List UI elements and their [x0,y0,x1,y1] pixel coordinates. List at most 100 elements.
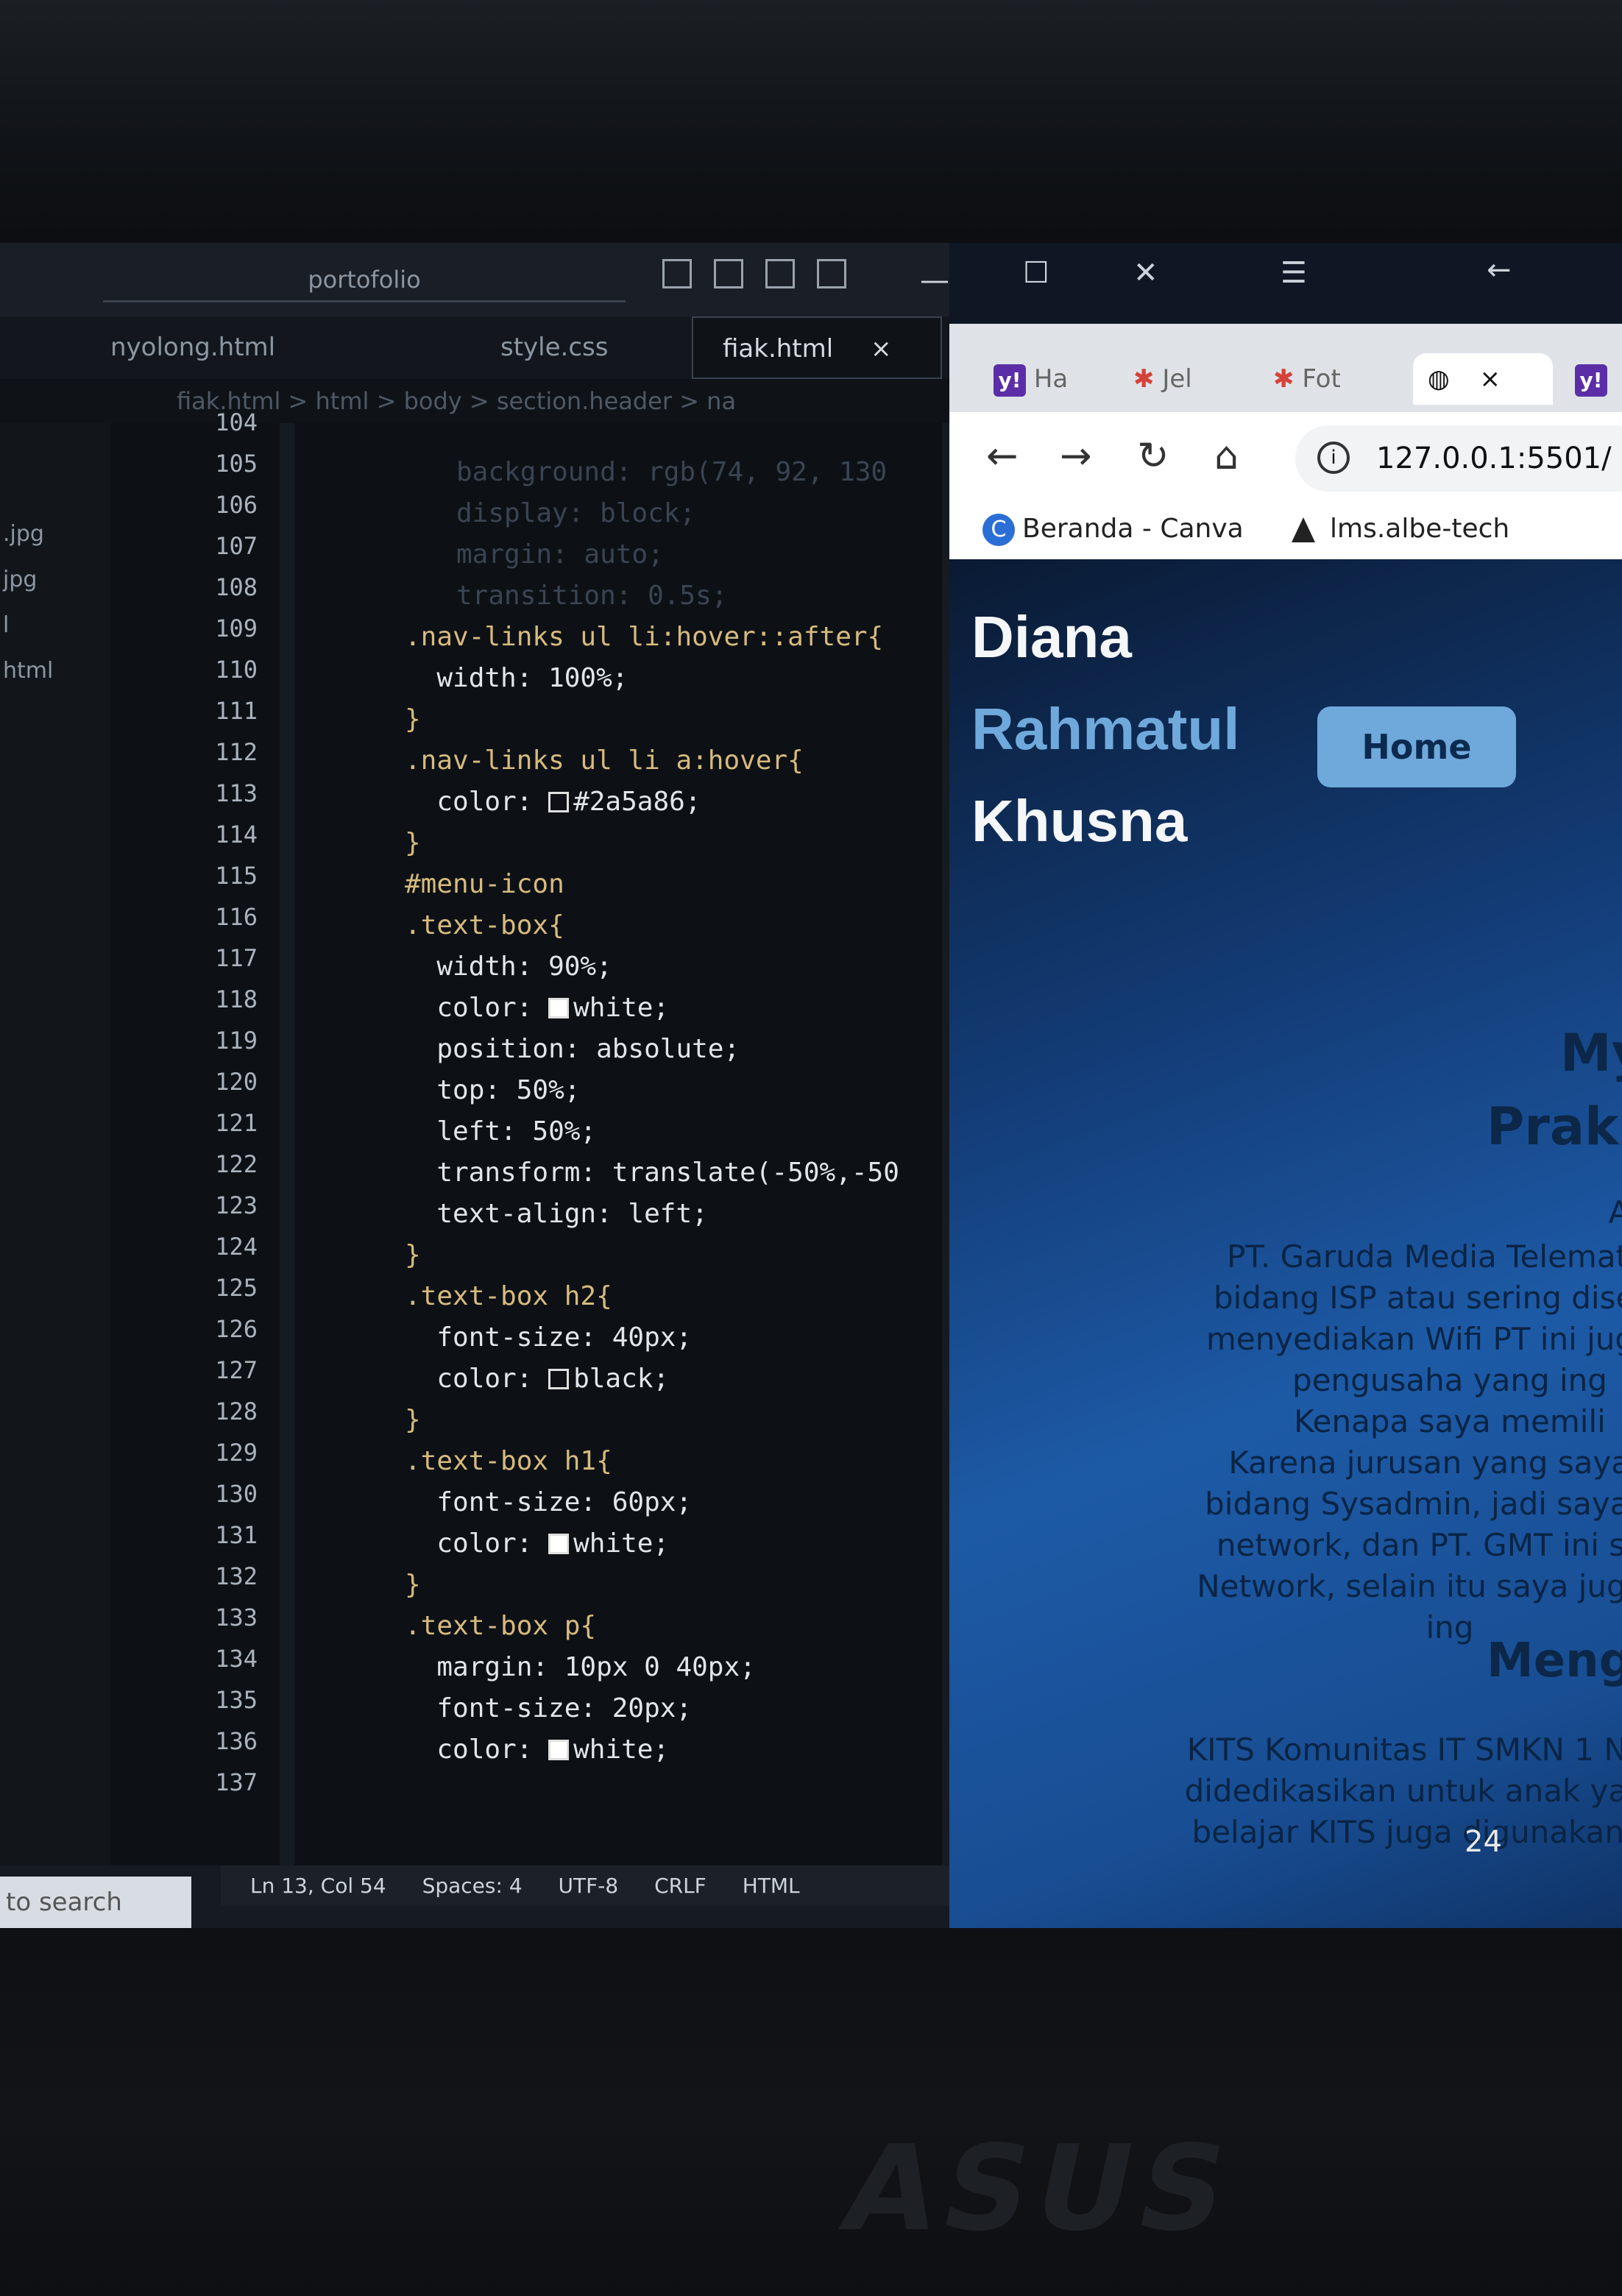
paragraph-line: bidang Sysadmin, jadi saya tert [1205,1486,1622,1522]
browser-tab-active[interactable]: ◍ × [1413,353,1553,405]
line-number-gutter: 104 105 106 107 108 109 110 111 112 113 114 115 116 1… [110,408,280,1866]
browser-tab-strip: y! Ha ✱ Jel ✱ Fot ◍ × y! [949,324,1622,412]
nav-home-link[interactable]: Home [1317,706,1516,787]
back-arrow-icon[interactable]: ← [1487,253,1512,287]
line-number: 109 [215,614,258,642]
code-line: left: 50%; [405,1116,597,1147]
cursor-position[interactable]: Ln 13, Col 54 [250,1874,386,1898]
browser-tab[interactable]: y! [1575,353,1607,405]
tab-fiak-html[interactable]: fiak.html × [692,316,942,379]
forward-icon[interactable]: → [1060,434,1092,478]
canva-icon: C [982,514,1015,546]
name-line-1: Diana [971,604,1132,670]
section-heading: My [1560,1023,1622,1083]
line-number: 129 [215,1439,258,1467]
line-number: 135 [215,1686,258,1714]
line-number: 116 [215,903,258,931]
name-line-2: Rahmatul [971,696,1240,762]
layout-controls [662,259,846,288]
lms-icon [1292,517,1315,542]
close-tab-icon[interactable]: × [871,334,892,364]
code-line: transition: 0.5s; [456,581,728,611]
code-line: #menu-icon [405,869,564,899]
toggle-panel-icon[interactable] [714,259,743,288]
code-line: } [405,1240,421,1270]
encoding-status[interactable]: UTF-8 [559,1874,619,1898]
laptop-bezel-bottom [0,1928,1622,2296]
line-number: 113 [215,779,258,807]
browser-window: y! Ha ✱ Jel ✱ Fot ◍ × y! ← → ↻ ⌂ i 127.0… [949,324,1622,1928]
customize-layout-icon[interactable] [817,259,846,288]
browser-tab[interactable]: ✱ Fot [1273,353,1341,405]
color-swatch-icon[interactable] [548,792,570,812]
tab-nyolong-html[interactable]: nyolong.html [110,316,316,379]
section-heading: Prak [1487,1096,1619,1157]
browser-tab[interactable]: ✱ Jel [1133,353,1192,405]
line-number: 127 [215,1356,258,1384]
line-number: 105 [215,450,258,478]
line-number: 128 [215,1397,258,1425]
code-line: font-size: 20px; [405,1693,693,1723]
code-line: color: white; [405,1735,670,1765]
line-number: 137 [215,1768,258,1796]
status-bar: Ln 13, Col 54 Spaces: 4 UTF-8 CRLF HTML [221,1866,949,1906]
color-swatch-icon[interactable] [548,998,570,1018]
file-item[interactable]: jpg [0,557,110,603]
address-bar[interactable]: i 127.0.0.1:5501/ [1295,425,1622,492]
maximize-icon[interactable]: ☐ [1023,256,1049,290]
code-line: } [405,1405,421,1435]
line-number: 136 [215,1727,258,1755]
screen: portofolio — nyolong.html style.css fiak… [0,243,1622,1928]
vscode-titlebar: portofolio — [0,243,949,316]
code-line: color: white; [405,993,670,1023]
paragraph-line: PT. Garuda Media Telematika [1226,1239,1622,1275]
line-number: 125 [215,1274,258,1302]
code-line: .text-box h2{ [405,1281,612,1311]
line-number: 124 [215,1233,258,1261]
file-item[interactable]: html [0,648,110,694]
bookmark-canva[interactable]: C Beranda - Canva [982,514,1244,546]
toggle-sidebar-icon[interactable] [662,259,692,288]
taskbar-search-input[interactable]: to search [0,1877,191,1928]
color-swatch-icon[interactable] [548,1740,570,1760]
line-number: 111 [215,697,258,725]
system-clock[interactable]: 24 [1465,1825,1502,1859]
eol-status[interactable]: CRLF [654,1874,706,1898]
toggle-secondary-sidebar-icon[interactable] [765,259,795,288]
code-editor[interactable]: background: rgb(74, 92, 130 display: bloc… [294,423,942,1866]
code-line: .text-box{ [405,910,564,940]
home-icon[interactable]: ⌂ [1214,434,1239,478]
tab-style-css[interactable]: style.css [500,316,648,379]
color-swatch-icon[interactable] [548,1534,570,1554]
paragraph-line: bidang ISP atau sering disebut [1213,1280,1622,1316]
line-number: 110 [215,656,258,684]
laptop-bezel-top [0,0,1622,243]
back-icon[interactable]: ← [986,434,1019,478]
language-mode[interactable]: HTML [743,1874,800,1898]
paragraph-line: menyediakan Wifi PT ini juga m [1205,1321,1622,1357]
paragraph-line: network, dan PT. GMT ini sang [1216,1527,1622,1563]
browser-tab[interactable]: y! Ha [994,353,1068,405]
close-tab-icon[interactable]: × [1479,364,1501,394]
file-item[interactable]: l [0,603,110,648]
line-number: 106 [215,491,258,519]
menu-icon[interactable]: ☰ [1281,256,1307,290]
paragraph-line: Kenapa saya memili [1294,1403,1606,1439]
command-center[interactable]: portofolio [103,258,626,302]
code-line: display: block; [456,498,696,528]
file-item[interactable]: .jpg [0,511,110,557]
color-swatch-icon[interactable] [548,1369,570,1389]
paragraph-line: pengusaha yang ing [1292,1362,1607,1398]
line-number: 112 [215,738,258,766]
minimize-icon[interactable]: — [920,263,949,297]
close-window-icon[interactable]: ✕ [1133,256,1158,290]
line-number: 133 [215,1604,258,1631]
line-number: 119 [215,1027,258,1055]
globe-icon: ◍ [1428,364,1450,394]
section-heading: Meng [1487,1634,1622,1688]
indentation-status[interactable]: Spaces: 4 [422,1874,523,1898]
site-info-icon[interactable]: i [1317,442,1350,474]
reload-icon[interactable]: ↻ [1137,434,1169,478]
paragraph-line: Karena jurusan yang saya te [1228,1445,1622,1481]
bookmark-lms[interactable]: lms.albe-tech [1292,514,1509,544]
